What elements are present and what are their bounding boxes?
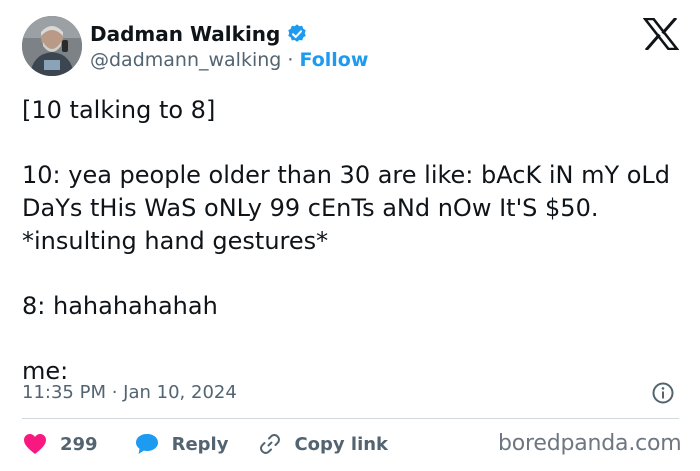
like-count: 299: [60, 433, 98, 455]
tweet-text: [10 talking to 8] 10: yea people older t…: [22, 94, 682, 388]
tweet-line: 10: yea people older than 30 are like: b…: [22, 161, 671, 255]
tweet-line: [10 talking to 8]: [22, 96, 216, 124]
avatar-photo: [22, 16, 82, 76]
divider: [22, 418, 679, 419]
tweet-time[interactable]: 11:35 PM: [22, 382, 106, 403]
verified-badge-icon: [286, 23, 308, 45]
author-name-row[interactable]: Dadman Walking: [90, 22, 308, 46]
link-icon: [258, 432, 282, 456]
handle-row: @dadmann_walking · Follow: [90, 48, 368, 72]
tweet-card: Dadman Walking @dadmann_walking · Follow…: [0, 0, 700, 471]
author-handle[interactable]: @dadmann_walking: [90, 49, 281, 71]
speech-bubble-icon: [134, 432, 160, 456]
copy-link-button[interactable]: Copy link: [258, 432, 388, 456]
handle-separator: ·: [287, 49, 300, 71]
info-icon[interactable]: [651, 381, 675, 405]
heart-icon: [22, 432, 48, 456]
tweet-line: 8: hahahahahah: [22, 292, 218, 320]
copy-link-label: Copy link: [294, 433, 389, 455]
follow-button[interactable]: Follow: [300, 49, 369, 71]
tweet-date[interactable]: Jan 10, 2024: [123, 382, 237, 403]
watermark: boredpanda.com: [498, 431, 682, 456]
reply-button[interactable]: Reply: [134, 432, 229, 456]
action-bar: 299 Reply Copy link: [22, 430, 388, 458]
like-button[interactable]: 299: [22, 432, 98, 456]
time-separator: ·: [111, 382, 124, 403]
timestamp-row[interactable]: 11:35 PM · Jan 10, 2024: [22, 381, 237, 405]
reply-label: Reply: [171, 433, 229, 455]
author-display-name[interactable]: Dadman Walking: [90, 22, 280, 46]
x-logo-icon[interactable]: [642, 16, 680, 52]
avatar[interactable]: [22, 16, 82, 76]
